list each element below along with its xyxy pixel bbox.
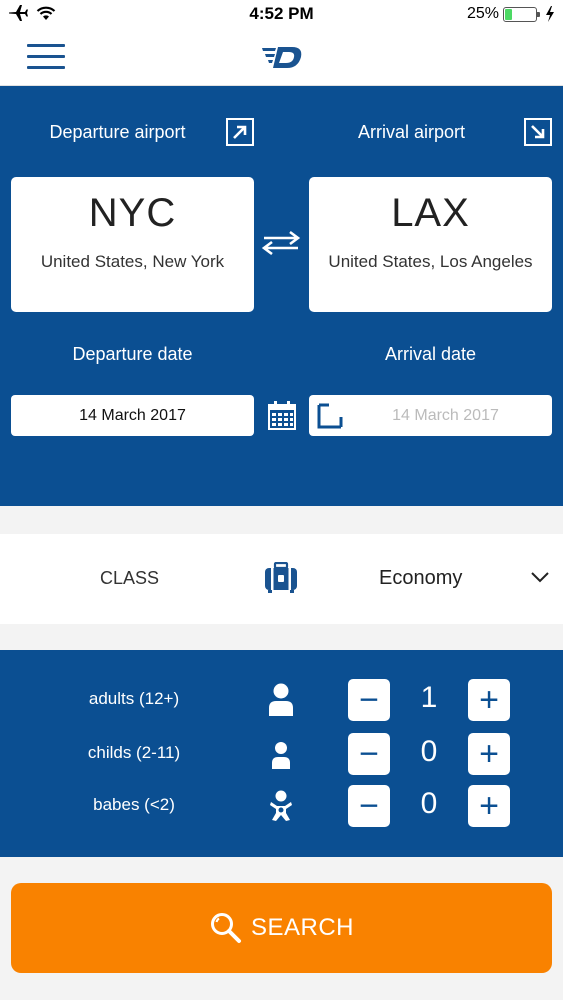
- class-label: CLASS: [100, 568, 160, 588]
- suitcase-icon: [265, 562, 297, 593]
- child-person-icon: [272, 742, 290, 769]
- calendar-icon[interactable]: [266, 399, 298, 431]
- babes-plus-button[interactable]: +: [468, 785, 510, 827]
- search-button[interactable]: SEARCH: [11, 883, 552, 973]
- arrival-airport-label: Arrival airport: [357, 122, 466, 142]
- winged-d-logo: [262, 47, 302, 68]
- search-button-label: SEARCH: [250, 914, 355, 941]
- arrival-date-field[interactable]: 14 March 2017: [309, 395, 552, 436]
- departure-arrow-icon[interactable]: [226, 118, 254, 146]
- babes-count: 0: [420, 787, 438, 820]
- departure-date-label: Departure date: [72, 344, 193, 364]
- passenger-row-childs: childs (2-11) − 0 +: [0, 732, 563, 776]
- baby-icon: [270, 790, 292, 821]
- childs-label: childs (2-11): [87, 743, 181, 762]
- departure-airport-city: United States, New York: [40, 252, 225, 271]
- adults-minus-button[interactable]: −: [348, 679, 390, 721]
- babes-minus-button[interactable]: −: [348, 785, 390, 827]
- adults-plus-button[interactable]: +: [468, 679, 510, 721]
- search-icon: [210, 913, 241, 943]
- departure-airport-card[interactable]: NYC United States, New York: [11, 177, 254, 312]
- hamburger-icon[interactable]: [27, 44, 65, 70]
- charging-icon: [546, 6, 554, 22]
- passenger-row-babes: babes (<2) − 0 +: [0, 784, 563, 828]
- adults-count: 1: [420, 681, 438, 714]
- battery-fill: [505, 8, 513, 20]
- battery-icon: [503, 6, 540, 22]
- passengers-panel: adults (12+) − 1 + childs (2-11) − 0 + b…: [0, 650, 563, 857]
- arrival-date-label: Arrival date: [384, 344, 477, 364]
- babes-label: babes (<2): [93, 795, 175, 814]
- passenger-row-adults: adults (12+) − 1 +: [0, 678, 563, 722]
- departure-airport-code: NYC: [88, 191, 177, 235]
- childs-plus-button[interactable]: +: [468, 733, 510, 775]
- departure-date-field[interactable]: 14 March 2017: [11, 395, 254, 436]
- nav-bar: [0, 30, 563, 86]
- arrival-airport-city: United States, Los Angeles: [328, 252, 533, 271]
- childs-minus-button[interactable]: −: [348, 733, 390, 775]
- arrival-arrow-icon[interactable]: [524, 118, 552, 146]
- arrival-date-checkbox-icon[interactable]: [317, 403, 343, 429]
- departure-airport-label: Departure airport: [49, 122, 186, 142]
- adult-person-icon: [269, 683, 293, 716]
- adults-label: adults (12+): [88, 689, 180, 708]
- arrival-airport-code: LAX: [391, 191, 470, 235]
- childs-count: 0: [420, 735, 438, 768]
- chevron-down-icon[interactable]: [530, 570, 550, 584]
- swap-arrows-icon[interactable]: [258, 229, 304, 257]
- arrival-date-value: 14 March 2017: [392, 406, 499, 424]
- arrival-airport-card[interactable]: LAX United States, Los Angeles: [309, 177, 552, 312]
- battery-percent: 25%: [466, 5, 499, 22]
- class-value: Economy: [379, 567, 463, 589]
- status-bar: 4:52 PM 25%: [0, 0, 563, 30]
- flight-panel: Departure airport Arrival airport NYC Un…: [0, 86, 563, 506]
- class-selector[interactable]: CLASS Economy: [0, 534, 563, 624]
